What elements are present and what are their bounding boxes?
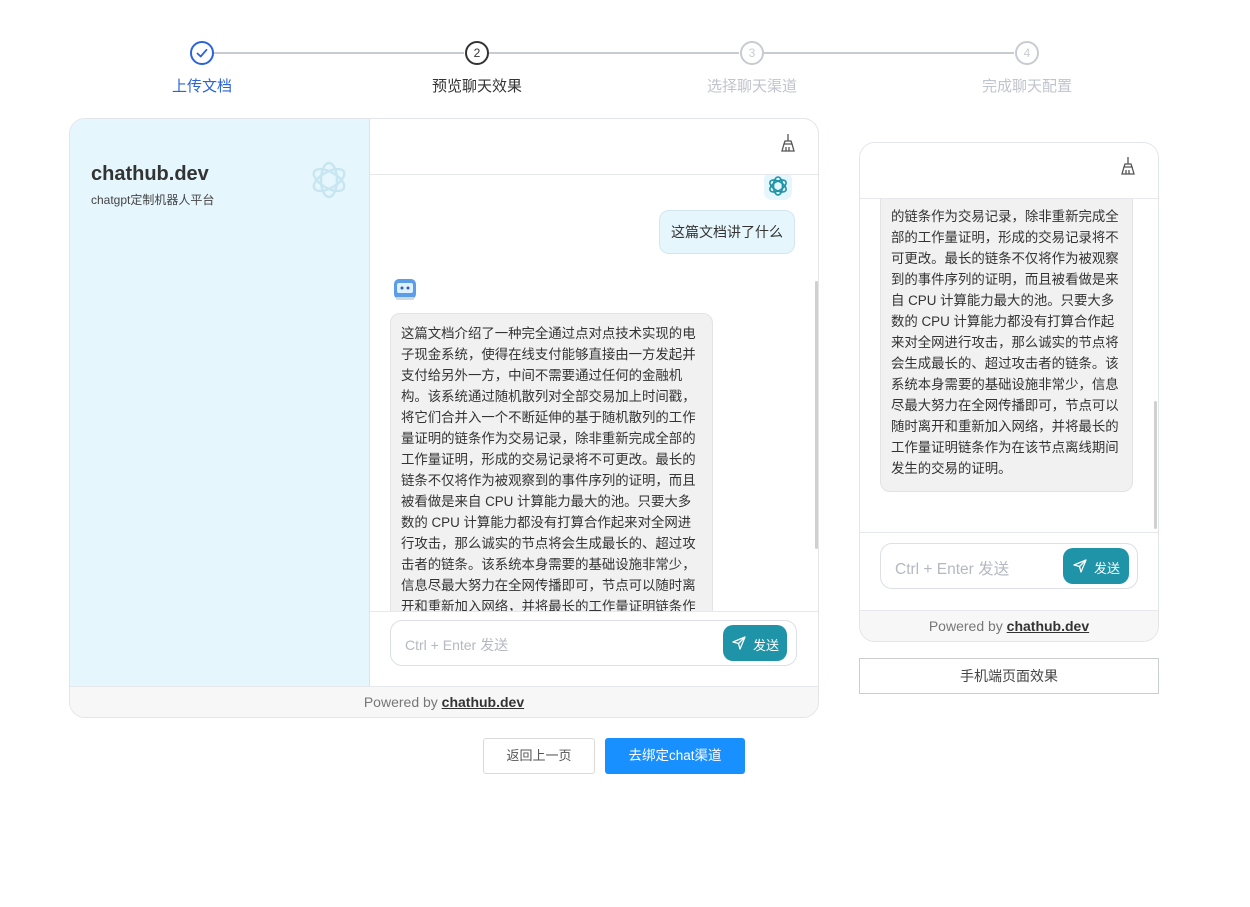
mobile-input-area: Ctrl + Enter 发送 发送	[860, 532, 1158, 610]
powered-prefix: Powered by	[363, 694, 442, 710]
step-2-label: 预览聊天效果	[431, 78, 522, 95]
send-button[interactable]: 发送	[723, 625, 787, 661]
desktop-chat-panel: 这篇文档讲了什么 这篇文档介绍了一种完全通过点对点技术实现的电子现金系统，使得在…	[370, 119, 818, 686]
step-connector	[764, 52, 1014, 54]
step-3-number: 3	[740, 41, 764, 65]
brand-subtitle: chatgpt定制机器人平台	[91, 193, 215, 207]
step-2-number: 2	[465, 41, 489, 65]
powered-by-footer: Powered by chathub.dev	[70, 686, 818, 717]
desktop-message-input[interactable]: Ctrl + Enter 发送 发送	[390, 620, 797, 666]
input-placeholder: Ctrl + Enter 发送	[405, 637, 509, 653]
mobile-bot-message-bubble: 的链条作为交易记录，除非重新完成全部的工作量证明，形成的交易记录将不可更改。最长…	[880, 199, 1133, 492]
step-3-label: 选择聊天渠道	[706, 78, 797, 95]
brand-title: chathub.dev	[91, 163, 209, 185]
bind-chat-channel-button[interactable]: 去绑定chat渠道	[605, 738, 745, 774]
mobile-bot-message-text: 的链条作为交易记录，除非重新完成全部的工作量证明，形成的交易记录将不可更改。最长…	[891, 209, 1119, 476]
back-button[interactable]: 返回上一页	[483, 738, 595, 774]
step-connector	[489, 52, 739, 54]
mobile-send-button[interactable]: 发送	[1063, 548, 1129, 584]
brand-sidebar: chathub.dev chatgpt定制机器人平台	[70, 119, 370, 686]
mobile-messages-scrollbar[interactable]	[1154, 401, 1157, 529]
mobile-powered-by-footer: Powered by chathub.dev	[860, 610, 1158, 641]
chat-header	[370, 119, 818, 175]
step-4-number: 4	[1015, 41, 1039, 65]
send-label: 发送	[753, 638, 780, 653]
clear-chat-broom-icon[interactable]	[1117, 155, 1139, 177]
robot-avatar-icon	[394, 279, 416, 300]
openai-logo-icon	[312, 161, 346, 199]
mobile-message-input[interactable]: Ctrl + Enter 发送 发送	[880, 543, 1138, 589]
clear-chat-broom-icon[interactable]	[777, 132, 799, 154]
step-connector	[214, 52, 464, 54]
send-plane-icon	[732, 636, 746, 650]
bot-message-bubble: 这篇文档介绍了一种完全通过点对点技术实现的电子现金系统，使得在线支付能够直接由一…	[390, 313, 713, 611]
mobile-effect-button[interactable]: 手机端页面效果	[859, 658, 1159, 694]
openai-avatar-icon	[764, 175, 792, 200]
mobile-input-placeholder: Ctrl + Enter 发送	[895, 561, 1010, 578]
mobile-send-label: 发送	[1094, 561, 1121, 576]
mobile-chat-header	[860, 143, 1158, 199]
step-4-label: 完成聊天配置	[981, 78, 1072, 95]
mobile-messages: 的链条作为交易记录，除非重新完成全部的工作量证明，形成的交易记录将不可更改。最长…	[860, 199, 1158, 532]
user-message-bubble: 这篇文档讲了什么	[659, 210, 795, 254]
step-1-label: 上传文档	[171, 78, 232, 95]
desktop-messages: 这篇文档讲了什么 这篇文档介绍了一种完全通过点对点技术实现的电子现金系统，使得在…	[370, 175, 818, 611]
mobile-powered-link[interactable]: chathub.dev	[1007, 618, 1089, 634]
mobile-preview: 的链条作为交易记录，除非重新完成全部的工作量证明，形成的交易记录将不可更改。最长…	[859, 142, 1159, 642]
send-plane-icon	[1073, 559, 1087, 573]
steps-bar: 2 3 4 上传文档 预览聊天效果 选择聊天渠道 完成聊天配置	[0, 40, 1250, 100]
powered-link[interactable]: chathub.dev	[442, 694, 524, 710]
desktop-input-area: Ctrl + Enter 发送 发送	[370, 611, 818, 686]
step-1-check-icon	[190, 41, 214, 65]
messages-scrollbar[interactable]	[815, 281, 818, 549]
mobile-powered-prefix: Powered by	[928, 618, 1007, 634]
desktop-preview: chathub.dev chatgpt定制机器人平台 这篇文档讲了什么 这篇文档…	[69, 118, 819, 718]
